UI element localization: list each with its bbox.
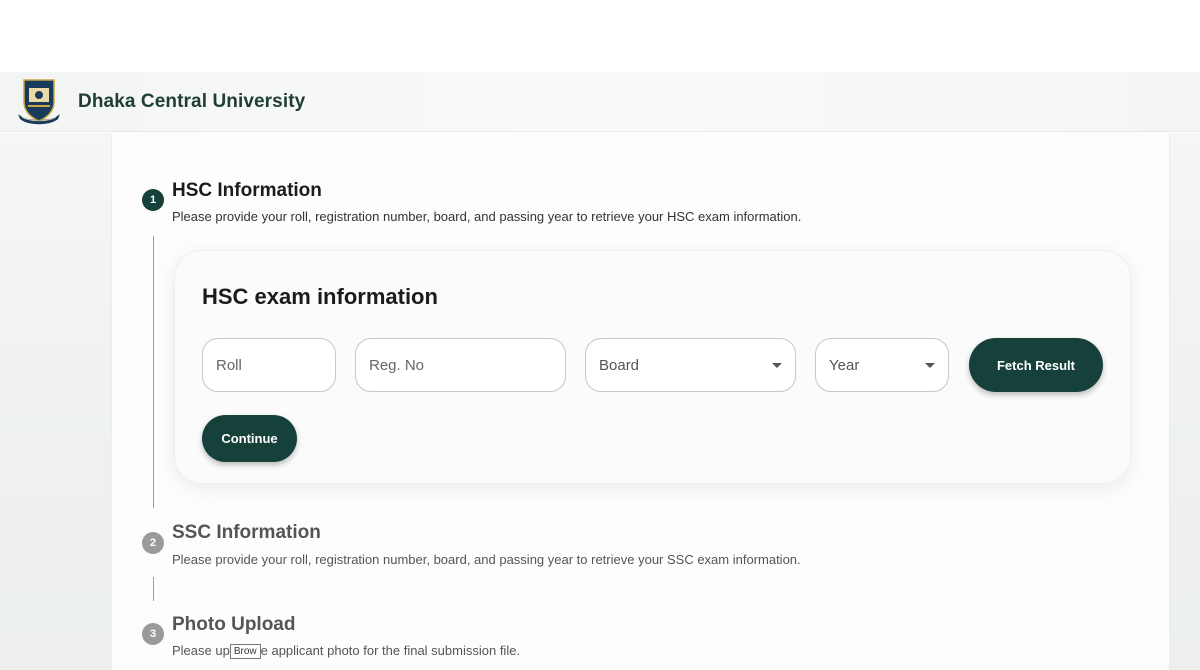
- board-select-value: Board: [599, 357, 640, 374]
- step-2-title: SSC Information: [172, 522, 321, 543]
- step-1-title: HSC Information: [172, 180, 322, 201]
- university-crest-icon[interactable]: [16, 76, 62, 126]
- roll-input[interactable]: [203, 339, 335, 391]
- step-3-title: Photo Upload: [172, 614, 296, 635]
- step-3-description: Please up Brow e applicant photo for the f…: [172, 643, 521, 660]
- step-connector-2: [153, 577, 154, 601]
- year-select[interactable]: Year: [815, 338, 949, 392]
- hsc-card-title: HSC exam information: [202, 284, 438, 309]
- fetch-result-button[interactable]: Fetch Result: [969, 338, 1103, 392]
- step-1-indicator: 1: [142, 189, 164, 211]
- board-select[interactable]: Board: [585, 338, 796, 392]
- step-2-indicator: 2: [142, 532, 164, 554]
- chevron-down-icon: [772, 363, 782, 368]
- reg-no-field[interactable]: [355, 338, 566, 392]
- roll-field[interactable]: [202, 338, 336, 392]
- hsc-exam-card: HSC exam information Board Year Fetch Re…: [174, 250, 1131, 484]
- site-header: Dhaka Central University: [0, 72, 1200, 132]
- year-select-value: Year: [829, 357, 860, 374]
- reg-no-input[interactable]: [356, 339, 565, 391]
- step-2-description: Please provide your roll, registration n…: [172, 552, 801, 567]
- step-3-description-start: Please up: [172, 643, 230, 658]
- step-1-description: Please provide your roll, registration n…: [172, 209, 802, 224]
- step-3-indicator: 3: [142, 623, 164, 645]
- top-blank-area: [0, 0, 1200, 72]
- step-connector-1: [153, 236, 154, 508]
- browse-tooltip[interactable]: Brow: [229, 644, 261, 660]
- step-3-description-end: e applicant photo for the final submissi…: [260, 643, 521, 658]
- continue-button[interactable]: Continue: [202, 415, 297, 462]
- chevron-down-icon: [925, 363, 935, 368]
- university-name[interactable]: Dhaka Central University: [78, 91, 305, 113]
